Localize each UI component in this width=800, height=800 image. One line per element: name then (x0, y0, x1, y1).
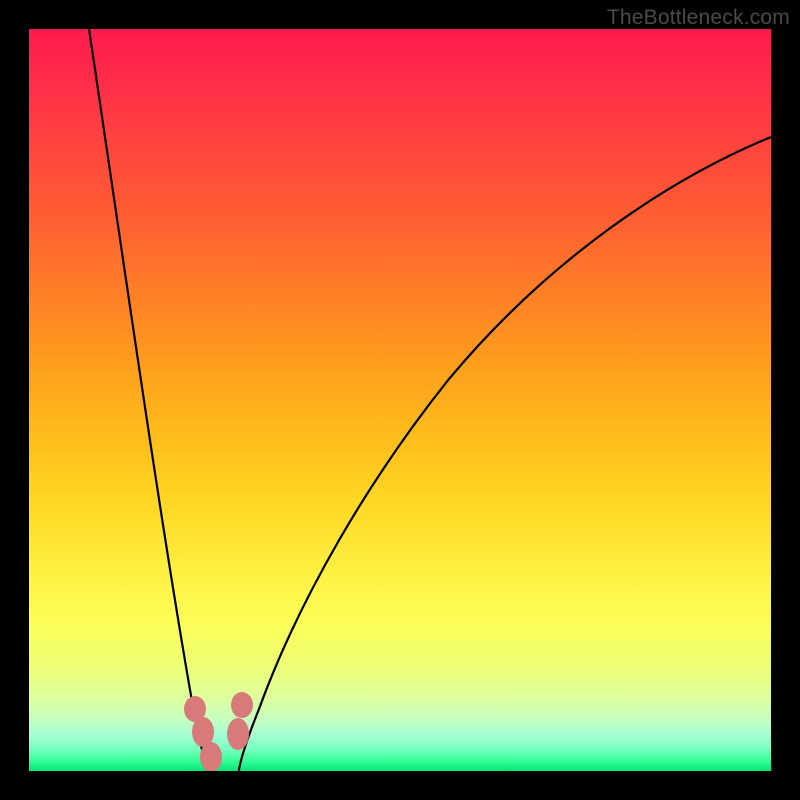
marker-right-top (231, 692, 253, 718)
plot-area (29, 29, 771, 771)
curve-left-arm (89, 29, 211, 771)
curve-group (89, 29, 771, 771)
marker-group (184, 692, 253, 771)
curve-right-arm (239, 137, 771, 771)
curves-svg (29, 29, 771, 771)
watermark-text: TheBottleneck.com (607, 6, 790, 30)
chart-frame: TheBottleneck.com (0, 0, 800, 800)
marker-right-bottom (227, 718, 249, 750)
marker-left-bottom (200, 742, 222, 771)
